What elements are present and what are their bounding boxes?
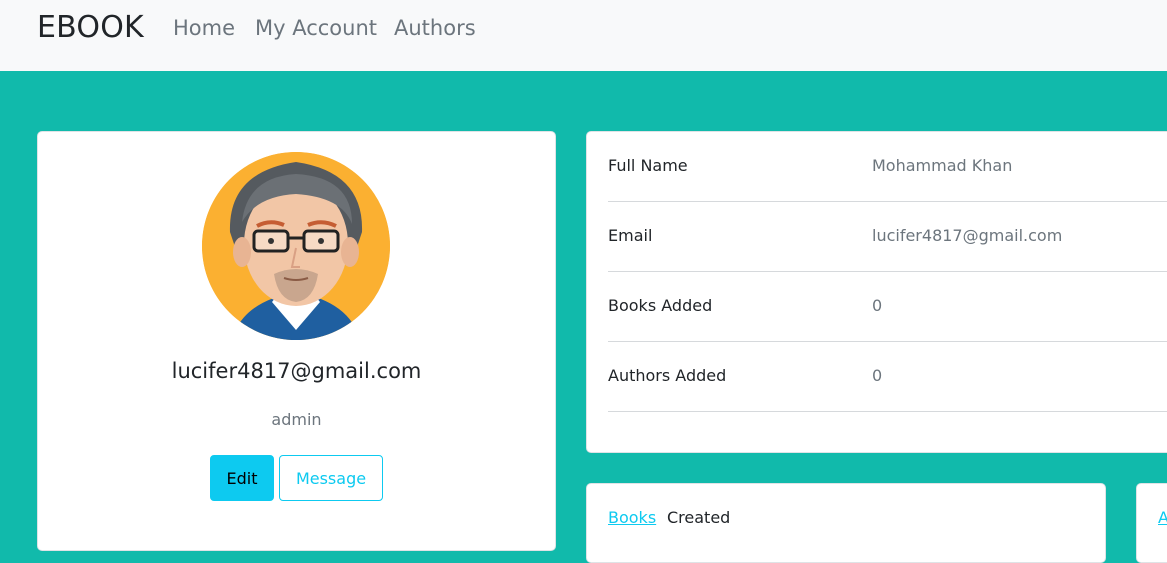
detail-label-email: Email: [608, 226, 653, 245]
nav-link-my-account[interactable]: My Account: [255, 16, 377, 40]
detail-label-authors-added: Authors Added: [608, 366, 727, 385]
detail-label-full-name: Full Name: [608, 156, 688, 175]
profile-role: admin: [271, 410, 322, 429]
detail-value-books-added: 0: [872, 296, 883, 315]
message-button[interactable]: Message: [279, 455, 383, 501]
books-link[interactable]: Books: [608, 508, 656, 527]
books-created-card: [586, 483, 1106, 563]
details-card: [586, 131, 1167, 453]
second-card-link[interactable]: A: [1158, 508, 1167, 527]
avatar: [202, 152, 390, 340]
avatar-man-glasses-icon: [202, 152, 390, 340]
nav-link-authors[interactable]: Authors: [394, 16, 476, 40]
detail-value-full-name: Mohammad Khan: [872, 156, 1013, 175]
detail-value-email: lucifer4817@gmail.com: [872, 226, 1063, 245]
divider: [608, 411, 1167, 412]
created-label: Created: [667, 508, 731, 527]
detail-value-authors-added: 0: [872, 366, 883, 385]
divider: [608, 201, 1167, 202]
nav-link-home[interactable]: Home: [173, 16, 235, 40]
detail-label-books-added: Books Added: [608, 296, 713, 315]
edit-button[interactable]: Edit: [210, 455, 274, 501]
profile-email: lucifer4817@gmail.com: [171, 359, 422, 383]
divider: [608, 271, 1167, 272]
navbar: EBOOK Home My Account Authors: [0, 0, 1167, 71]
divider: [608, 341, 1167, 342]
brand-logo[interactable]: EBOOK: [37, 10, 144, 45]
